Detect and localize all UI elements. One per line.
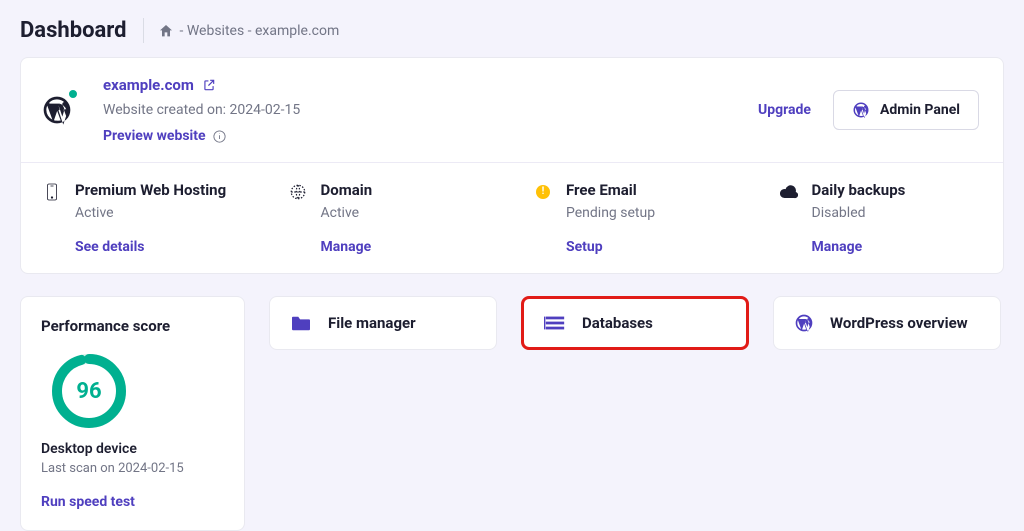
phone-icon	[43, 183, 61, 201]
upgrade-link[interactable]: Upgrade	[758, 102, 811, 118]
status-title: Free Email	[566, 181, 655, 199]
file-manager-card[interactable]: File manager	[269, 296, 497, 350]
globe-icon	[289, 183, 307, 201]
page-title: Dashboard	[20, 18, 144, 43]
folder-icon	[290, 314, 312, 332]
status-title: Domain	[321, 181, 373, 199]
performance-title: Performance score	[41, 317, 224, 335]
database-icon	[544, 314, 566, 332]
admin-panel-button[interactable]: Admin Panel	[833, 90, 979, 130]
status-backup: Daily backups Disabled Manage	[758, 163, 1004, 273]
status-email: Free Email Pending setup Setup	[512, 163, 758, 273]
setup-email-link[interactable]: Setup	[566, 239, 655, 255]
last-scan-text: Last scan on 2024-02-15	[41, 461, 224, 476]
wordpress-icon	[852, 101, 870, 119]
status-title: Premium Web Hosting	[75, 181, 226, 199]
preview-website-link[interactable]: Preview website	[103, 128, 300, 144]
manage-backup-link[interactable]: Manage	[812, 239, 906, 255]
home-icon	[158, 23, 174, 39]
admin-panel-label: Admin Panel	[880, 102, 960, 118]
site-created-text: Website created on: 2024-02-15	[103, 102, 300, 118]
file-manager-label: File manager	[328, 314, 416, 332]
status-hosting: Premium Web Hosting Active See details	[21, 163, 267, 273]
warning-icon	[534, 183, 552, 201]
site-name-link[interactable]: example.com	[103, 76, 300, 94]
preview-label: Preview website	[103, 128, 206, 144]
site-avatar	[39, 92, 75, 128]
breadcrumb[interactable]: - Websites - example.com	[158, 23, 340, 39]
performance-card: Performance score 96 Desktop device Last…	[20, 296, 245, 531]
status-sub: Pending setup	[566, 205, 655, 221]
manage-domain-link[interactable]: Manage	[321, 239, 373, 255]
status-sub: Disabled	[812, 205, 906, 221]
status-sub: Active	[75, 205, 226, 221]
performance-score-value: 96	[49, 351, 129, 431]
header: Dashboard - Websites - example.com	[0, 0, 1024, 57]
site-summary: example.com Website created on: 2024-02-…	[21, 58, 1003, 162]
site-card: example.com Website created on: 2024-02-…	[20, 57, 1004, 274]
external-link-icon	[202, 78, 216, 92]
info-icon	[212, 129, 227, 144]
status-dot-icon	[67, 88, 79, 100]
wordpress-overview-card[interactable]: WordPress overview	[773, 296, 1001, 350]
device-label: Desktop device	[41, 441, 224, 457]
status-sub: Active	[321, 205, 373, 221]
databases-label: Databases	[582, 314, 653, 332]
run-speed-test-link[interactable]: Run speed test	[41, 494, 224, 510]
status-row: Premium Web Hosting Active See details D…	[21, 162, 1003, 273]
site-actions: Upgrade Admin Panel	[758, 90, 979, 130]
status-domain: Domain Active Manage	[267, 163, 513, 273]
site-meta: example.com Website created on: 2024-02-…	[103, 76, 300, 144]
cloud-icon	[780, 183, 798, 201]
site-name-text: example.com	[103, 76, 194, 94]
see-details-link[interactable]: See details	[75, 239, 226, 255]
breadcrumb-text: - Websites - example.com	[180, 23, 340, 39]
status-title: Daily backups	[812, 181, 906, 199]
gauge: 96	[49, 351, 224, 431]
wordpress-overview-label: WordPress overview	[830, 314, 968, 332]
cards-row: Performance score 96 Desktop device Last…	[0, 296, 1024, 531]
wordpress-icon	[794, 313, 814, 333]
databases-card[interactable]: Databases	[521, 296, 749, 350]
wordpress-icon	[41, 94, 73, 126]
